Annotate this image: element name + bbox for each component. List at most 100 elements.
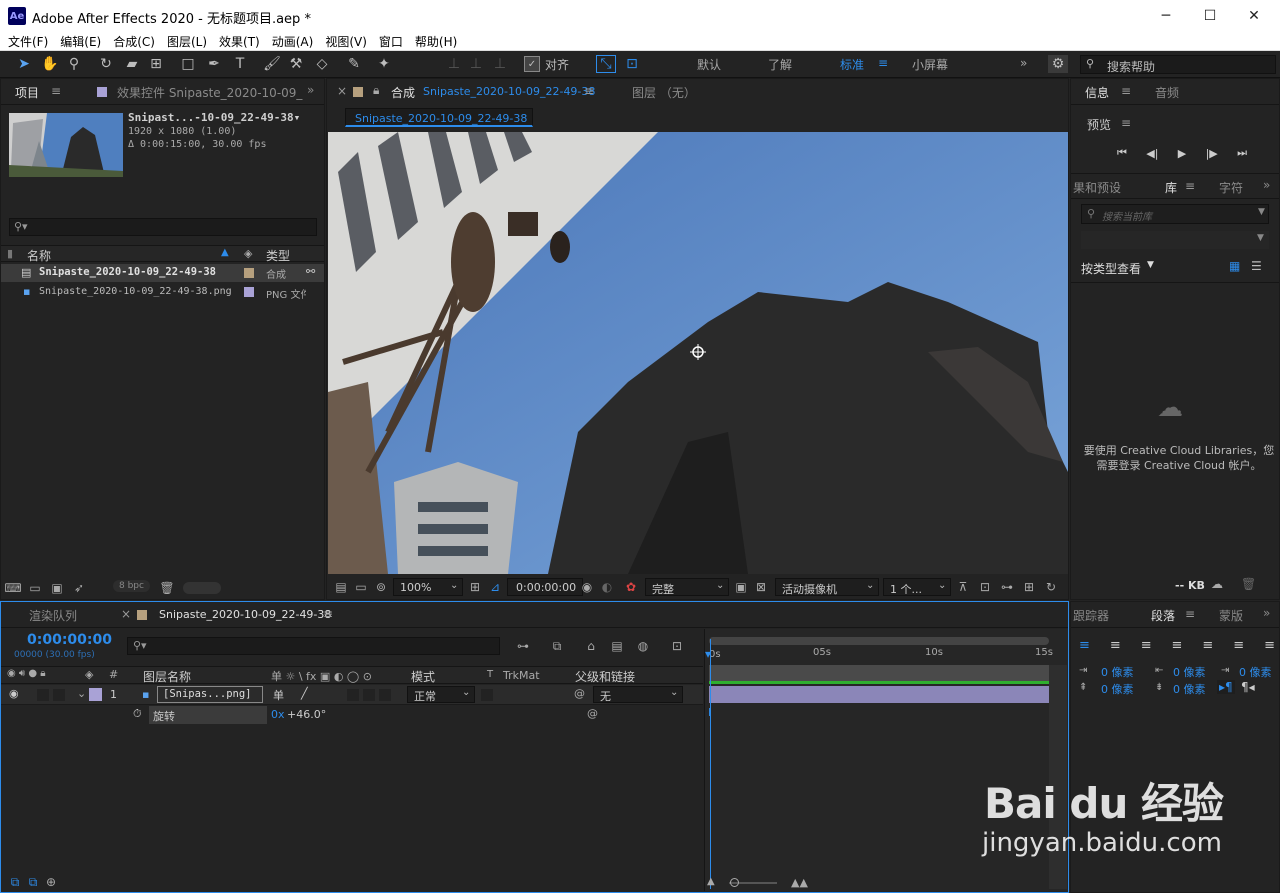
library-menu-icon[interactable]: ≡ — [1185, 179, 1195, 193]
transparency-grid-icon[interactable]: ⊠ — [753, 579, 769, 595]
flowchart-view-icon[interactable]: ⊶ — [999, 579, 1015, 595]
zoom-out-icon[interactable]: ▲ — [707, 876, 715, 887]
stopwatch-icon[interactable]: ⏱ — [133, 707, 142, 721]
next-frame-icon[interactable]: |▶ — [1206, 147, 1218, 160]
workspace-learn[interactable]: 了解 — [768, 56, 792, 73]
panel-overflow-icon[interactable]: » — [1263, 178, 1270, 192]
grid-view-icon[interactable]: ▦ — [1229, 259, 1240, 273]
maximize-button[interactable]: ☐ — [1200, 6, 1220, 26]
menu-file[interactable]: 文件(F) — [8, 33, 48, 50]
comp-viewer[interactable] — [328, 132, 1068, 574]
toggle-view-icon[interactable]: ⊼ — [955, 579, 971, 595]
workspace-overflow-icon[interactable]: » — [1020, 56, 1027, 70]
views-dropdown[interactable]: 1 个... ⌄ — [883, 578, 951, 596]
layer-name-field[interactable]: [Snipas...png] — [157, 686, 263, 703]
library-select-dropdown[interactable]: ▼ — [1081, 231, 1269, 249]
menu-composition[interactable]: 合成(C) — [113, 33, 155, 50]
tab-effects-presets[interactable]: 果和预设 — [1073, 179, 1121, 196]
snap-edges-icon[interactable]: ⤡ — [596, 55, 616, 73]
current-time-display[interactable]: 0:00:00:00 — [507, 578, 583, 596]
timeline-zoom-thumb[interactable] — [730, 878, 739, 887]
av-switches-icon[interactable]: ◉ 🔊︎ ● 🔒︎ — [7, 668, 46, 679]
library-search-input[interactable]: ⚲ 搜索当前库 ▼ — [1081, 204, 1269, 224]
timeline-current-time[interactable]: 0:00:00:00 — [27, 632, 112, 648]
close-tab-icon[interactable]: × — [121, 607, 131, 621]
list-view-icon[interactable]: ☰ — [1251, 259, 1262, 273]
work-area-bar[interactable] — [709, 637, 1049, 645]
indent-left-value[interactable]: 0 像素 — [1101, 664, 1134, 680]
tag-icon[interactable]: ◈ — [85, 668, 93, 681]
type-tool-icon[interactable]: T — [230, 55, 250, 73]
camera-dropdown[interactable]: 活动摄像机 ⌄ — [775, 578, 879, 596]
tab-paragraph[interactable]: 段落 — [1151, 607, 1175, 624]
show-snapshot-icon[interactable]: ◐ — [599, 579, 615, 595]
tab-tracker[interactable]: 跟踪器 — [1073, 607, 1109, 624]
menu-window[interactable]: 窗口 — [379, 33, 403, 50]
tab-mask[interactable]: 蒙版 — [1219, 607, 1243, 624]
eraser-tool-icon[interactable]: ◇ — [312, 55, 332, 73]
selection-tool-icon[interactable]: ➤ — [14, 55, 34, 73]
flow-icon[interactable]: ➶ — [71, 580, 87, 596]
pan-behind-tool-icon[interactable]: ⊞ — [146, 55, 166, 73]
menu-view[interactable]: 视图(V) — [325, 33, 367, 50]
ltr-direction-icon[interactable]: ▸¶ — [1217, 680, 1235, 694]
new-folder-icon[interactable]: ▭ — [27, 580, 43, 596]
justify-center-icon[interactable]: ≡ — [1202, 638, 1213, 653]
tab-project[interactable]: 项目 — [15, 84, 39, 101]
puppet-tool-icon[interactable]: ✦ — [374, 55, 394, 73]
previous-frame-icon[interactable]: ◀| — [1146, 147, 1158, 160]
blend-mode-dropdown[interactable]: 正常 ⌄ — [407, 686, 475, 703]
project-row-png[interactable]: ▪ Snipaste_2020-10-09_22-49-38.png PNG 文… — [1, 283, 324, 301]
snap-features-icon[interactable]: ⊡ — [622, 55, 642, 73]
timeline-scrollbar[interactable] — [1049, 665, 1067, 889]
last-frame-icon[interactable]: ⏭ — [1237, 146, 1247, 160]
zoom-in-icon[interactable]: ▲▲ — [791, 876, 808, 889]
bit-depth-button[interactable]: 8 bpc — [113, 580, 150, 592]
menu-layer[interactable]: 图层(L) — [167, 33, 207, 50]
justify-left-icon[interactable]: ≡ — [1172, 638, 1183, 653]
paragraph-menu-icon[interactable]: ≡ — [1185, 607, 1195, 621]
local-axis-icon[interactable]: ⊥ — [444, 55, 464, 73]
color-channels-icon[interactable]: ✿ — [623, 579, 639, 595]
layer-label-swatch[interactable] — [89, 688, 102, 701]
hand-tool-icon[interactable]: ✋ — [40, 55, 60, 73]
current-time-indicator[interactable] — [710, 639, 711, 889]
menu-animation[interactable]: 动画(A) — [272, 33, 314, 50]
tab-audio[interactable]: 音频 — [1155, 84, 1179, 101]
lock-icon[interactable]: 🔒︎ — [373, 83, 379, 98]
world-axis-icon[interactable]: ⊥ — [466, 55, 486, 73]
parent-dropdown[interactable]: 无 ⌄ — [593, 686, 683, 703]
view-by-type-dropdown[interactable]: 按类型查看 — [1081, 260, 1141, 277]
space-after-value[interactable]: 0 像素 — [1173, 681, 1206, 697]
brush-tool-icon[interactable]: 🖌 — [262, 55, 282, 73]
safe-margins-icon[interactable]: ⊞ — [467, 579, 483, 595]
label-color-swatch[interactable] — [244, 287, 254, 297]
align-right-icon[interactable]: ≡ — [1141, 638, 1152, 653]
menu-edit[interactable]: 编辑(E) — [60, 33, 101, 50]
in-out-toggle-icon[interactable]: ⊕ — [43, 874, 59, 890]
view-axis-icon[interactable]: ⊥ — [490, 55, 510, 73]
panel-overflow-icon[interactable]: » — [1263, 606, 1270, 620]
timeline-graph-area[interactable]: 0s 05s 10s 15s ▾ I — [704, 629, 1068, 891]
align-left-icon[interactable]: ≡ — [1079, 638, 1090, 653]
first-frame-icon[interactable]: ⏮ — [1117, 146, 1127, 160]
column-name[interactable]: 名称 — [27, 247, 51, 264]
tab-info[interactable]: 信息 — [1085, 84, 1109, 101]
tab-character[interactable]: 字符 — [1219, 179, 1243, 196]
fast-previews-icon[interactable]: ▣ — [733, 579, 749, 595]
play-icon[interactable]: ▶ — [1178, 147, 1186, 160]
space-before-value[interactable]: 0 像素 — [1101, 681, 1134, 697]
preserve-transparency-box[interactable] — [481, 689, 493, 701]
motion-blur-icon[interactable]: ◍ — [635, 638, 651, 654]
menu-help[interactable]: 帮助(H) — [415, 33, 457, 50]
label-color-swatch[interactable] — [244, 268, 254, 278]
menu-effect[interactable]: 效果(T) — [219, 33, 260, 50]
solo-switch[interactable] — [37, 689, 49, 701]
roto-brush-tool-icon[interactable]: ✎ — [344, 55, 364, 73]
project-menu-icon[interactable]: ≡ — [51, 84, 61, 98]
panel-overflow-icon[interactable]: » — [307, 83, 314, 97]
align-center-icon[interactable]: ≡ — [1110, 638, 1121, 653]
justify-all-icon[interactable]: ≡ — [1264, 638, 1275, 653]
tab-effect-controls[interactable]: 效果控件 Snipaste_2020-10-09_ — [117, 84, 302, 101]
graph-editor-icon[interactable]: ⊡ — [669, 638, 685, 654]
